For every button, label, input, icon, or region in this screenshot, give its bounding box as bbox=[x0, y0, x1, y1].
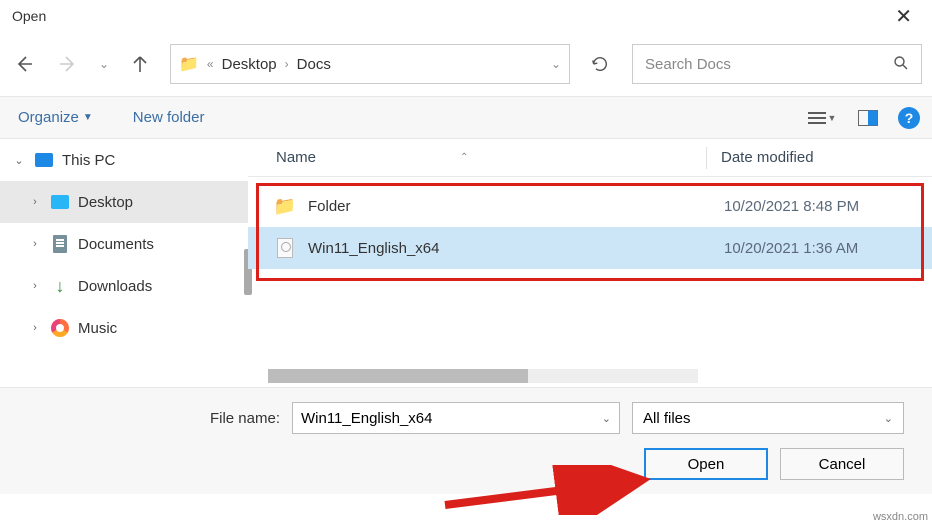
open-button[interactable]: Open bbox=[644, 448, 768, 480]
breadcrumb-segment[interactable]: Docs bbox=[297, 56, 331, 73]
filter-label: All files bbox=[643, 410, 884, 427]
up-button[interactable] bbox=[120, 44, 160, 84]
breadcrumb-segment[interactable]: Desktop bbox=[222, 56, 277, 73]
recent-locations-button[interactable]: ⌄ bbox=[92, 44, 116, 84]
footer: File name: ⌄ All files ⌄ Open Cancel bbox=[0, 387, 932, 494]
desktop-icon bbox=[51, 195, 69, 209]
sidebar-item-downloads[interactable]: › ↓ Downloads bbox=[0, 265, 248, 307]
filename-combo[interactable]: ⌄ bbox=[292, 402, 620, 434]
new-folder-label: New folder bbox=[133, 109, 205, 126]
file-row[interactable]: Win11_English_x64 10/20/2021 1:36 AM bbox=[248, 227, 932, 269]
horizontal-scrollbar[interactable] bbox=[268, 369, 698, 383]
close-button[interactable]: ✕ bbox=[883, 0, 924, 33]
sidebar: ⌄ This PC › Desktop › Documents › ↓ Down… bbox=[0, 139, 248, 387]
scrollbar-thumb[interactable] bbox=[268, 369, 528, 383]
main-area: ⌄ This PC › Desktop › Documents › ↓ Down… bbox=[0, 139, 932, 387]
chevron-down-icon[interactable]: ⌄ bbox=[602, 412, 611, 425]
file-list-pane: Name ⌃ Date modified 📁 Folder 10/20/2021… bbox=[248, 139, 932, 387]
chevron-right-icon[interactable]: › bbox=[28, 322, 42, 334]
chevron-down-icon[interactable]: ⌄ bbox=[551, 57, 561, 71]
sidebar-item-label: This PC bbox=[62, 152, 115, 169]
downloads-icon: ↓ bbox=[56, 277, 65, 295]
file-name: Folder bbox=[308, 198, 724, 215]
watermark: wsxdn.com bbox=[873, 511, 928, 523]
search-input[interactable] bbox=[645, 56, 893, 73]
refresh-button[interactable] bbox=[580, 55, 620, 73]
preview-pane-button[interactable] bbox=[852, 110, 884, 126]
back-button[interactable] bbox=[4, 44, 44, 84]
toolbar: Organize ▼ New folder ▼ ? bbox=[0, 96, 932, 139]
new-folder-button[interactable]: New folder bbox=[127, 105, 211, 130]
chevron-right-icon[interactable]: › bbox=[28, 280, 42, 292]
cancel-button[interactable]: Cancel bbox=[780, 448, 904, 480]
titlebar: Open ✕ bbox=[0, 0, 932, 32]
column-name[interactable]: Name ⌃ bbox=[276, 149, 706, 166]
sidebar-item-documents[interactable]: › Documents bbox=[0, 223, 248, 265]
column-date-label: Date modified bbox=[721, 149, 814, 166]
file-name: Win11_English_x64 bbox=[308, 240, 724, 257]
file-row[interactable]: 📁 Folder 10/20/2021 8:48 PM bbox=[248, 185, 932, 227]
sidebar-item-music[interactable]: › Music bbox=[0, 307, 248, 349]
chevron-right-icon: › bbox=[285, 57, 289, 71]
sort-indicator-icon: ⌃ bbox=[460, 152, 468, 163]
chevron-right-icon[interactable]: › bbox=[28, 196, 42, 208]
window-title: Open bbox=[8, 8, 883, 24]
view-button[interactable]: ▼ bbox=[806, 111, 838, 125]
sidebar-item-this-pc[interactable]: ⌄ This PC bbox=[0, 139, 248, 181]
filetype-filter[interactable]: All files ⌄ bbox=[632, 402, 904, 434]
chevron-down-icon[interactable]: ⌄ bbox=[884, 412, 893, 425]
organize-button[interactable]: Organize ▼ bbox=[12, 105, 99, 130]
organize-label: Organize bbox=[18, 109, 79, 126]
column-separator[interactable] bbox=[706, 147, 707, 169]
chevron-down-icon[interactable]: ⌄ bbox=[12, 154, 26, 167]
address-bar[interactable]: 📁 « Desktop › Docs ⌄ bbox=[170, 44, 570, 84]
column-date[interactable]: Date modified bbox=[721, 149, 814, 166]
file-date: 10/20/2021 8:48 PM bbox=[724, 198, 859, 215]
folder-icon: 📁 bbox=[274, 196, 296, 217]
sidebar-item-desktop[interactable]: › Desktop bbox=[0, 181, 248, 223]
documents-icon bbox=[53, 235, 67, 253]
search-box[interactable] bbox=[632, 44, 922, 84]
chevron-right-icon[interactable]: › bbox=[28, 238, 42, 250]
column-name-label: Name bbox=[276, 149, 316, 166]
columns-header: Name ⌃ Date modified bbox=[248, 139, 932, 177]
iso-file-icon bbox=[277, 238, 293, 258]
file-date: 10/20/2021 1:36 AM bbox=[724, 240, 858, 257]
breadcrumb-separator: « bbox=[207, 57, 214, 71]
navigation-row: ⌄ 📁 « Desktop › Docs ⌄ bbox=[0, 32, 932, 96]
pc-icon bbox=[35, 153, 53, 167]
filename-label: File name: bbox=[210, 410, 280, 427]
sidebar-item-label: Documents bbox=[78, 236, 154, 253]
sidebar-item-label: Desktop bbox=[78, 194, 133, 211]
search-icon[interactable] bbox=[893, 55, 909, 74]
help-button[interactable]: ? bbox=[898, 107, 920, 129]
forward-button[interactable] bbox=[48, 44, 88, 84]
chevron-down-icon: ▼ bbox=[83, 112, 93, 123]
sidebar-item-label: Music bbox=[78, 320, 117, 337]
filename-input[interactable] bbox=[301, 410, 602, 427]
music-icon bbox=[51, 319, 69, 337]
sidebar-item-label: Downloads bbox=[78, 278, 152, 295]
folder-icon: 📁 bbox=[179, 54, 199, 74]
